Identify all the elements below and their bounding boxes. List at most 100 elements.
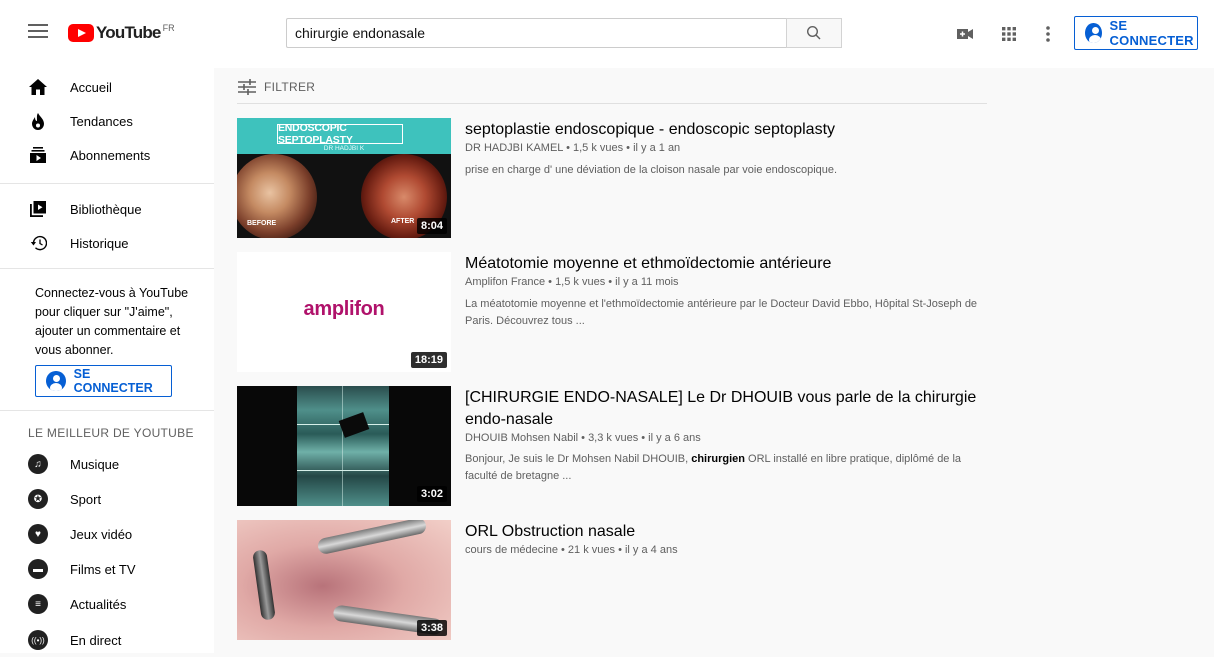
sidebar-item-label: Sport — [70, 491, 102, 507]
sidebar-item-tendances[interactable]: Tendances — [0, 104, 214, 138]
subscriptions-icon — [28, 145, 48, 165]
video-thumbnail[interactable]: ENDOSCOPIC SEPTOPLASTY DR HADJBI K BEFOR… — [237, 118, 451, 238]
sidebar-item-en-direct[interactable]: ((•)) En direct — [0, 623, 214, 657]
movies-icon: ▬ — [28, 559, 48, 579]
sidebar-item-label: Jeux vidéo — [70, 526, 133, 542]
sidebar-sign-in-button[interactable]: SE CONNECTER — [35, 365, 172, 397]
thumbnail-subcaption: DR HADJBI K — [323, 145, 365, 152]
video-description: Bonjour, Je suis le Dr Mohsen Nabil DHOU… — [465, 451, 995, 485]
sign-in-button[interactable]: SE CONNECTER — [1074, 16, 1198, 50]
sidebar-item-musique[interactable]: ♫ Musique — [0, 447, 214, 481]
masthead: YouTube FR SE CONNECTER — [0, 0, 1214, 68]
menu-icon[interactable] — [28, 24, 48, 40]
video-thumbnail[interactable]: amplifon 18:19 — [237, 252, 451, 372]
history-icon — [28, 233, 48, 253]
video-duration: 8:04 — [416, 218, 447, 234]
thumbnail-speculum — [316, 520, 428, 556]
filter-sliders-icon — [238, 79, 256, 95]
video-title[interactable]: septoplastie endoscopique - endoscopic s… — [465, 119, 985, 141]
channel-name[interactable]: Amplifon France — [465, 276, 545, 288]
sign-in-promo-text: Connectez-vous à YouTube pour cliquer su… — [35, 286, 189, 357]
channel-name[interactable]: cours de médecine — [465, 544, 558, 556]
sidebar-item-historique[interactable]: Historique — [0, 226, 214, 260]
video-duration: 3:02 — [416, 486, 447, 502]
section-title: LE MEILLEUR DE YOUTUBE — [28, 426, 194, 440]
sign-in-label: SE CONNECTER — [1109, 18, 1194, 48]
sidebar-item-actualites[interactable]: ≡ Actualités — [0, 587, 214, 621]
sidebar-item-jeux-video[interactable]: ♥ Jeux vidéo — [0, 517, 214, 551]
channel-name[interactable]: DHOUIB Mohsen Nabil — [465, 432, 578, 444]
thumbnail-before-label: BEFORE — [247, 220, 277, 227]
library-icon — [28, 199, 48, 219]
video-thumbnail[interactable]: 3:02 — [237, 386, 451, 506]
sidebar-item-label: Musique — [70, 456, 120, 472]
search-box — [286, 18, 842, 48]
filter-label: FILTRER — [264, 80, 316, 94]
search-input[interactable] — [286, 18, 786, 48]
thumbnail-speculum — [252, 549, 276, 621]
video-thumbnail[interactable]: 3:38 — [237, 520, 451, 640]
thumbnail-ct-scan-grid — [297, 470, 389, 471]
thumbnail-brand-logo: amplifon — [303, 298, 385, 320]
sidebar-divider — [0, 183, 214, 184]
thumbnail-after-label: AFTER — [391, 218, 415, 225]
video-title[interactable]: ORL Obstruction nasale — [465, 521, 985, 543]
more-vertical-icon[interactable] — [1036, 22, 1060, 46]
search-button[interactable] — [786, 18, 842, 48]
sidebar-item-label: Accueil — [70, 79, 112, 95]
sidebar-item-abonnements[interactable]: Abonnements — [0, 138, 214, 172]
create-video-icon[interactable] — [953, 22, 977, 46]
video-metadata: DHOUIB Mohsen Nabil • 3,3 k vues • il y … — [465, 432, 701, 444]
account-icon — [1085, 23, 1102, 43]
results-divider — [237, 103, 987, 104]
sidebar: Accueil Tendances Abonnements Bibliothèq… — [0, 68, 214, 653]
sidebar-item-bibliotheque[interactable]: Bibliothèque — [0, 192, 214, 226]
logo-text: YouTube — [96, 23, 161, 42]
live-icon: ((•)) — [28, 630, 48, 650]
sidebar-item-label: Bibliothèque — [70, 201, 142, 217]
upload-age: il y a 6 ans — [648, 432, 701, 444]
video-description: La méatotomie moyenne et l'ethmoïdectomi… — [465, 298, 978, 327]
channel-name[interactable]: DR HADJBI KAMEL — [465, 142, 563, 154]
view-count: 1,5 k vues — [572, 142, 624, 154]
gaming-icon: ♥ — [28, 524, 48, 544]
sidebar-item-label: Tendances — [70, 113, 133, 129]
view-count: 1,5 k vues — [555, 276, 606, 288]
description-highlight: chirurgien — [691, 453, 745, 465]
sidebar-divider — [0, 410, 214, 411]
youtube-logo[interactable]: YouTube FR — [68, 22, 175, 44]
video-description: prise en charge d' une déviation de la c… — [465, 164, 838, 176]
video-title[interactable]: Méatotomie moyenne et ethmoïdectomie ant… — [465, 253, 985, 275]
music-icon: ♫ — [28, 454, 48, 474]
account-icon — [46, 371, 66, 391]
youtube-play-icon — [68, 24, 94, 42]
sidebar-item-label: En direct — [70, 632, 122, 648]
sidebar-item-films-tv[interactable]: ▬ Films et TV — [0, 552, 214, 586]
upload-age: il y a 1 an — [633, 142, 681, 154]
sport-icon: ✪ — [28, 489, 48, 509]
upload-age: il y a 4 ans — [624, 544, 678, 556]
view-count: 3,3 k vues — [588, 432, 639, 444]
apps-grid-icon[interactable] — [997, 22, 1021, 46]
video-duration: 3:38 — [416, 620, 447, 636]
logo-country-code: FR — [162, 23, 175, 33]
view-count: 21 k vues — [567, 544, 616, 556]
sign-in-label: SE CONNECTER — [73, 367, 153, 395]
sidebar-item-label: Historique — [70, 235, 129, 251]
thumbnail-ct-scan — [297, 386, 389, 506]
sidebar-divider — [0, 268, 214, 269]
thumbnail-caption: ENDOSCOPIC SEPTOPLASTY — [278, 122, 353, 146]
sidebar-item-accueil[interactable]: Accueil — [0, 70, 214, 104]
sidebar-item-sport[interactable]: ✪ Sport — [0, 482, 214, 516]
sidebar-item-label: Abonnements — [70, 147, 151, 163]
video-duration: 18:19 — [410, 352, 447, 368]
home-icon — [28, 77, 48, 97]
search-icon — [806, 25, 821, 40]
news-icon: ≡ — [28, 594, 48, 614]
description-text: Bonjour, Je suis le Dr Mohsen Nabil DHOU… — [465, 453, 692, 465]
video-metadata: cours de médecine • 21 k vues • il y a 4… — [465, 544, 678, 556]
filter-button[interactable]: FILTRER — [238, 79, 315, 95]
video-metadata: DR HADJBI KAMEL • 1,5 k vues • il y a 1 … — [465, 142, 681, 154]
video-title[interactable]: [CHIRURGIE ENDO-NASALE] Le Dr DHOUIB vou… — [465, 387, 985, 431]
thumbnail-ct-scan-grid — [342, 386, 343, 506]
